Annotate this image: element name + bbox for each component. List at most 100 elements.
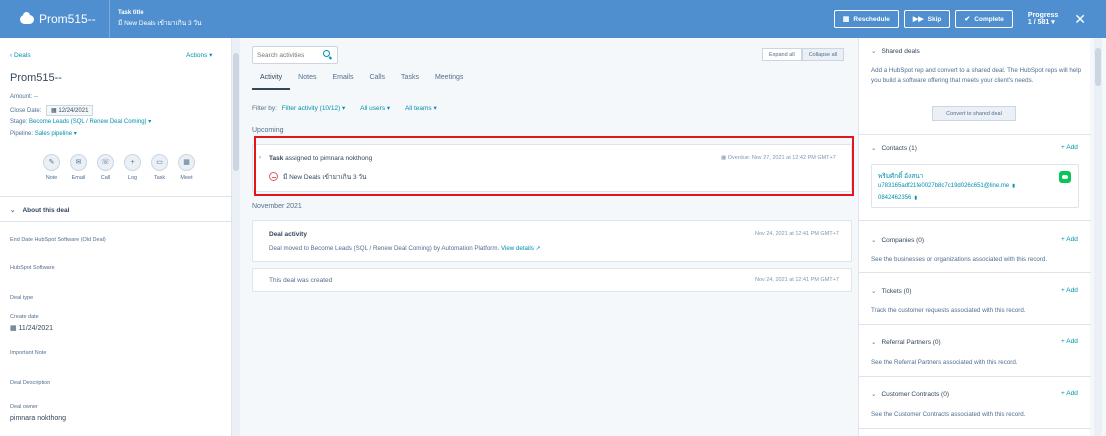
contact-card[interactable]: พริมศักดิ์ อังสนา u783165adf21fe0027b8c7… bbox=[871, 164, 1079, 208]
deal-activity-card[interactable]: Deal activity Nov 24, 2021 at 12:41 PM G… bbox=[252, 220, 852, 262]
deal-created-card: This deal was created Nov 24, 2021 at 12… bbox=[252, 268, 852, 292]
task-action[interactable]: ▭ Task bbox=[146, 154, 173, 181]
amount-field[interactable]: Amount: -- bbox=[10, 94, 38, 100]
skip-button[interactable]: ▶▶ Skip bbox=[903, 10, 951, 28]
tickets-text: Track the customer requests associated w… bbox=[871, 307, 1026, 314]
filter-by-label: Filter by: bbox=[252, 105, 277, 112]
divider bbox=[859, 324, 1091, 325]
hubspot-software-label: HubSpot Software bbox=[10, 265, 55, 271]
contact-email[interactable]: u783165adf21fe0027b8c7c19d026c651@line.m… bbox=[878, 183, 1015, 189]
complete-label: Complete bbox=[974, 15, 1004, 23]
activity-timeline: Expand all Collapse all Activity Notes E… bbox=[240, 38, 852, 436]
convert-shared-deal-button[interactable]: Convert to shared deal bbox=[932, 106, 1016, 121]
create-date-value[interactable]: ▦ 11/24/2021 bbox=[10, 324, 53, 332]
all-users-dropdown[interactable]: All users ▾ bbox=[360, 105, 390, 112]
stage-field[interactable]: Stage: Become Leads (SQL / Renew Deal Co… bbox=[10, 118, 151, 125]
task-action-label: Task bbox=[153, 175, 166, 181]
customer-contracts-toggle[interactable]: ⌄ Customer Contracts (0) bbox=[871, 390, 949, 398]
companies-text: See the businesses or organizations asso… bbox=[871, 256, 1048, 263]
contact-phone[interactable]: 0842462356 ▮ bbox=[878, 195, 917, 201]
view-details-link[interactable]: View details ↗ bbox=[501, 245, 541, 252]
tickets-toggle[interactable]: ⌄ Tickets (0) bbox=[871, 287, 912, 295]
add-customer-contract-button[interactable]: + Add bbox=[1061, 390, 1078, 397]
chevron-down-icon: ⌄ bbox=[871, 288, 877, 295]
about-title: About this deal bbox=[22, 207, 70, 214]
brand-name: Prom515-- bbox=[39, 12, 96, 26]
shared-deals-text: Add a HubSpot rep and convert to a share… bbox=[871, 67, 1082, 84]
actions-dropdown[interactable]: Actions ▾ bbox=[186, 51, 212, 59]
deal-name: Prom515-- bbox=[10, 72, 62, 84]
call-action[interactable]: ☏ Call bbox=[92, 154, 119, 181]
tab-activity[interactable]: Activity bbox=[252, 74, 291, 90]
divider bbox=[859, 272, 1091, 273]
close-date-input[interactable]: ▦ 12/24/2021 bbox=[46, 105, 94, 116]
task-icon: ▭ bbox=[151, 154, 168, 171]
companies-title: Companies (0) bbox=[881, 237, 925, 244]
complete-button[interactable]: ✔ Complete bbox=[955, 10, 1013, 28]
create-date-text: 11/24/2021 bbox=[18, 325, 54, 332]
brand[interactable]: Prom515-- bbox=[0, 0, 110, 38]
filter-activity-dropdown[interactable]: Filter activity (10/12) ▾ bbox=[282, 105, 346, 112]
all-teams-dropdown[interactable]: All teams ▾ bbox=[405, 105, 437, 112]
task-title-value: มี New Deals เข้ามาเกิน 3 วัน bbox=[118, 20, 202, 27]
left-scrollbar[interactable] bbox=[232, 38, 240, 436]
contacts-toggle[interactable]: ⌄ Contacts (1) bbox=[871, 144, 917, 152]
copy-icon[interactable]: ▮ bbox=[1012, 183, 1015, 189]
tab-emails[interactable]: Emails bbox=[324, 74, 361, 90]
close-icon[interactable]: ✕ bbox=[1074, 11, 1086, 28]
reschedule-label: Reschedule bbox=[853, 15, 890, 23]
tab-tasks[interactable]: Tasks bbox=[393, 74, 427, 90]
note-icon: ✎ bbox=[43, 154, 60, 171]
right-scrollbar[interactable] bbox=[1094, 38, 1102, 436]
email-action[interactable]: ✉ Email bbox=[65, 154, 92, 181]
important-note-label: Important Note bbox=[10, 350, 47, 356]
expand-all-button[interactable]: Expand all bbox=[762, 48, 802, 61]
skip-label: Skip bbox=[927, 15, 942, 23]
reschedule-button[interactable]: ▦ Reschedule bbox=[833, 10, 899, 28]
filter-row: Filter by: Filter activity (10/12) ▾ All… bbox=[252, 104, 447, 112]
deal-activity-title: Deal activity bbox=[269, 231, 307, 238]
email-icon: ✉ bbox=[70, 154, 87, 171]
shared-deals-toggle[interactable]: ⌄ Shared deals bbox=[871, 47, 920, 55]
add-referral-partner-button[interactable]: + Add bbox=[1061, 338, 1078, 345]
tab-notes[interactable]: Notes bbox=[290, 74, 324, 90]
collapse-all-button[interactable]: Collapse all bbox=[801, 48, 845, 61]
activity-tabs: Activity Notes Emails Calls Tasks Meetin… bbox=[252, 74, 471, 90]
task-queue-controls: ▦ Reschedule ▶▶ Skip ✔ Complete Progress 1 … bbox=[833, 0, 1106, 38]
contacts-title: Contacts (1) bbox=[881, 145, 917, 152]
stage-dropdown[interactable]: Become Leads (SQL / Renew Deal Coming) ▾ bbox=[29, 119, 151, 125]
add-ticket-button[interactable]: + Add bbox=[1061, 287, 1078, 294]
pipeline-dropdown[interactable]: Sales pipeline ▾ bbox=[35, 131, 77, 137]
divider bbox=[0, 196, 232, 197]
tab-calls[interactable]: Calls bbox=[361, 74, 393, 90]
call-action-label: Call bbox=[100, 175, 111, 181]
chevron-down-icon: ⌄ bbox=[871, 145, 877, 152]
deal-description-label: Deal Description bbox=[10, 380, 51, 386]
contact-name[interactable]: พริมศักดิ์ อังสนา bbox=[878, 171, 923, 181]
meet-action[interactable]: ▦ Meet bbox=[173, 154, 200, 181]
progress[interactable]: Progress 1 / 581 ▾ bbox=[1028, 12, 1058, 27]
referral-partners-toggle[interactable]: ⌄ Referral Partners (0) bbox=[871, 338, 941, 346]
tab-meetings[interactable]: Meetings bbox=[427, 74, 471, 90]
pipeline-field[interactable]: Pipeline: Sales pipeline ▾ bbox=[10, 130, 77, 137]
scroll-thumb[interactable] bbox=[233, 53, 239, 171]
scroll-thumb[interactable] bbox=[1095, 48, 1101, 86]
log-action[interactable]: + Log bbox=[119, 154, 146, 181]
add-company-button[interactable]: + Add bbox=[1061, 236, 1078, 243]
contact-email-text: u783165adf21fe0027b8c7c19d026c651@line.m… bbox=[878, 183, 1010, 189]
stage-label: Stage: bbox=[10, 119, 28, 125]
companies-toggle[interactable]: ⌄ Companies (0) bbox=[871, 236, 924, 244]
note-action[interactable]: ✎ Note bbox=[38, 154, 65, 181]
copy-icon[interactable]: ▮ bbox=[914, 195, 917, 201]
chevron-down-icon: ⌄ bbox=[10, 207, 16, 214]
search-icon[interactable] bbox=[323, 50, 330, 57]
close-date-field[interactable]: Close Date: ▦ 12/24/2021 bbox=[10, 105, 94, 116]
deal-created-text: This deal was created bbox=[269, 277, 333, 284]
about-section-toggle[interactable]: ⌄ About this deal bbox=[10, 206, 69, 214]
calendar-icon: ▦ bbox=[10, 325, 19, 332]
deals-back-link[interactable]: ‹ Deals bbox=[10, 52, 31, 59]
deal-owner-value[interactable]: pimnara nokthong bbox=[10, 415, 66, 422]
line-app-icon bbox=[1059, 171, 1071, 183]
add-contact-button[interactable]: + Add bbox=[1061, 144, 1078, 151]
task-title-label: Task title bbox=[118, 10, 144, 16]
